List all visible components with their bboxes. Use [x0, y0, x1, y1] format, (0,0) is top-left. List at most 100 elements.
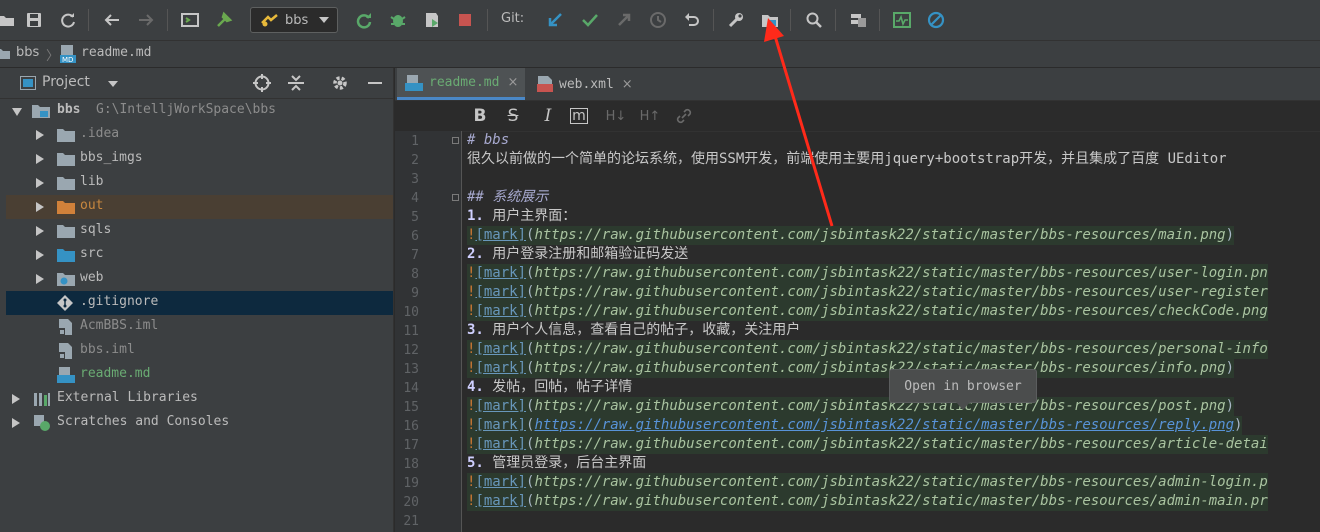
- line-number: 2: [411, 153, 419, 168]
- no-entry-icon[interactable]: [924, 8, 948, 32]
- chevron-right-icon[interactable]: [12, 394, 20, 404]
- hide-panel-icon[interactable]: [366, 74, 384, 92]
- tree-item-readme[interactable]: readme.md: [6, 363, 393, 387]
- image-url[interactable]: https://raw.githubusercontent.com/jsbint…: [534, 284, 1267, 300]
- image-url[interactable]: https://raw.githubusercontent.com/jsbint…: [534, 436, 1267, 452]
- chevron-right-icon[interactable]: [36, 226, 44, 236]
- rerun-icon[interactable]: [352, 8, 376, 32]
- tree-item-idea[interactable]: .idea: [6, 123, 393, 147]
- close-icon[interactable]: ×: [507, 75, 518, 90]
- forward-icon[interactable]: [134, 8, 158, 32]
- tree-item-sqls[interactable]: sqls: [6, 219, 393, 243]
- chevron-right-icon[interactable]: [36, 154, 44, 164]
- header-down-icon[interactable]: H↓: [605, 105, 627, 127]
- tree-item-bbs[interactable]: bbs G:\IntelljWorkSpace\bbs: [6, 99, 393, 123]
- line-number: 13: [403, 362, 419, 377]
- breadcrumb-file[interactable]: readme.md: [81, 45, 151, 60]
- fold-marker-icon[interactable]: [452, 137, 459, 144]
- chevron-right-icon[interactable]: [36, 130, 44, 140]
- tree-item-acmbbs-iml[interactable]: AcmBBS.iml: [6, 315, 393, 339]
- image-url[interactable]: https://raw.githubusercontent.com/jsbint…: [534, 303, 1267, 319]
- tree-item-bbs-imgs[interactable]: bbs_imgs: [6, 147, 393, 171]
- monitor-icon[interactable]: [890, 8, 914, 32]
- link-icon[interactable]: [673, 105, 695, 127]
- tree-item-bbs-iml[interactable]: bbs.iml: [6, 339, 393, 363]
- fold-marker-icon[interactable]: [452, 194, 459, 201]
- debug-icon[interactable]: [386, 8, 410, 32]
- editor-code-area[interactable]: # bbs 很久以前做的一个简单的论坛系统，使用SSM开发，前端使用主要用jqu…: [462, 131, 1320, 532]
- chevron-right-icon[interactable]: [36, 250, 44, 260]
- sync-icon[interactable]: [56, 8, 80, 32]
- code-icon[interactable]: m: [570, 108, 588, 124]
- chevron-down-icon[interactable]: [108, 80, 118, 88]
- tree-item-label: bbs: [57, 102, 81, 117]
- sdk-icon[interactable]: [846, 8, 870, 32]
- coverage-icon[interactable]: [420, 8, 444, 32]
- locate-file-icon[interactable]: [253, 74, 271, 92]
- git-update-icon[interactable]: [543, 8, 567, 32]
- tree-item-gitignore[interactable]: .gitignore: [6, 291, 393, 315]
- back-icon[interactable]: [100, 8, 124, 32]
- image-url[interactable]: https://raw.githubusercontent.com/jsbint…: [534, 265, 1267, 281]
- image-url[interactable]: https://raw.githubusercontent.com/jsbint…: [534, 341, 1267, 357]
- tree-item-label: bbs.iml: [80, 342, 135, 357]
- image-url[interactable]: https://raw.githubusercontent.com/jsbint…: [534, 360, 1225, 376]
- image-alt: [mark]: [475, 417, 527, 433]
- chevron-right-icon[interactable]: [36, 178, 44, 188]
- image-link-line: ![mark](https://raw.githubusercontent.co…: [467, 435, 1268, 454]
- breadcrumb-project[interactable]: bbs: [16, 45, 39, 60]
- open-icon[interactable]: [0, 8, 18, 32]
- stop-icon[interactable]: [453, 8, 477, 32]
- git-push-icon[interactable]: [612, 8, 636, 32]
- tree-item-path: G:\IntelljWorkSpace\bbs: [96, 102, 277, 117]
- tab-web-xml[interactable]: web.xml ×: [529, 68, 641, 100]
- terminal-icon[interactable]: [178, 8, 202, 32]
- folder-icon: [0, 49, 10, 59]
- library-icon: [34, 393, 50, 406]
- chevron-right-icon[interactable]: [36, 274, 44, 284]
- gear-icon[interactable]: [331, 74, 349, 92]
- build-icon[interactable]: [212, 8, 236, 32]
- chevron-right-icon[interactable]: [36, 202, 44, 212]
- line-number: 9: [411, 286, 419, 301]
- project-structure-icon[interactable]: [758, 8, 782, 32]
- tree-item-lib[interactable]: lib: [6, 171, 393, 195]
- git-history-icon[interactable]: [646, 8, 670, 32]
- close-icon[interactable]: ×: [622, 77, 633, 92]
- collapse-all-icon[interactable]: [287, 74, 305, 92]
- chevron-down-icon: [319, 17, 329, 23]
- tree-item-out[interactable]: out: [6, 195, 393, 219]
- line-number: 18: [403, 457, 419, 472]
- git-commit-icon[interactable]: [578, 8, 602, 32]
- code-line: # bbs: [467, 131, 509, 150]
- image-url[interactable]: https://raw.githubusercontent.com/jsbint…: [534, 398, 1225, 414]
- image-link-line: ![mark](https://raw.githubusercontent.co…: [467, 226, 1235, 245]
- image-url[interactable]: https://raw.githubusercontent.com/jsbint…: [534, 227, 1225, 243]
- tree-item-scratches[interactable]: Scratches and Consoles: [6, 411, 393, 435]
- chevron-right-icon[interactable]: [12, 418, 20, 428]
- open-in-browser-tooltip: Open in browser: [889, 369, 1037, 410]
- tree-item-web[interactable]: web: [6, 267, 393, 291]
- save-icon[interactable]: [22, 8, 46, 32]
- image-link-line: ![mark](https://raw.githubusercontent.co…: [467, 264, 1268, 283]
- git-revert-icon[interactable]: [680, 8, 704, 32]
- bold-icon[interactable]: B: [469, 105, 491, 127]
- tree-item-src[interactable]: src: [6, 243, 393, 267]
- strikethrough-icon[interactable]: S: [502, 105, 524, 127]
- search-icon[interactable]: [802, 8, 826, 32]
- breadcrumb-separator: 〉: [46, 49, 60, 64]
- line-number: 1: [411, 134, 419, 149]
- run-config-selector[interactable]: bbs: [250, 7, 338, 33]
- image-url[interactable]: https://raw.githubusercontent.com/jsbint…: [534, 493, 1267, 509]
- tab-readme[interactable]: readme.md ×: [397, 68, 525, 100]
- tree-item-external-libraries[interactable]: External Libraries: [6, 387, 393, 411]
- image-alt: [mark]: [475, 341, 527, 357]
- italic-icon[interactable]: I: [537, 105, 559, 127]
- image-link-line: ![mark](https://raw.githubusercontent.co…: [467, 397, 1235, 416]
- settings-wrench-icon[interactable]: [724, 8, 748, 32]
- project-panel-title[interactable]: Project: [42, 74, 90, 90]
- header-up-icon[interactable]: H↑: [639, 105, 661, 127]
- chevron-down-icon[interactable]: [12, 108, 22, 116]
- image-url[interactable]: https://raw.githubusercontent.com/jsbint…: [534, 474, 1267, 490]
- image-url-hovered[interactable]: https://raw.githubusercontent.com/jsbint…: [534, 417, 1234, 433]
